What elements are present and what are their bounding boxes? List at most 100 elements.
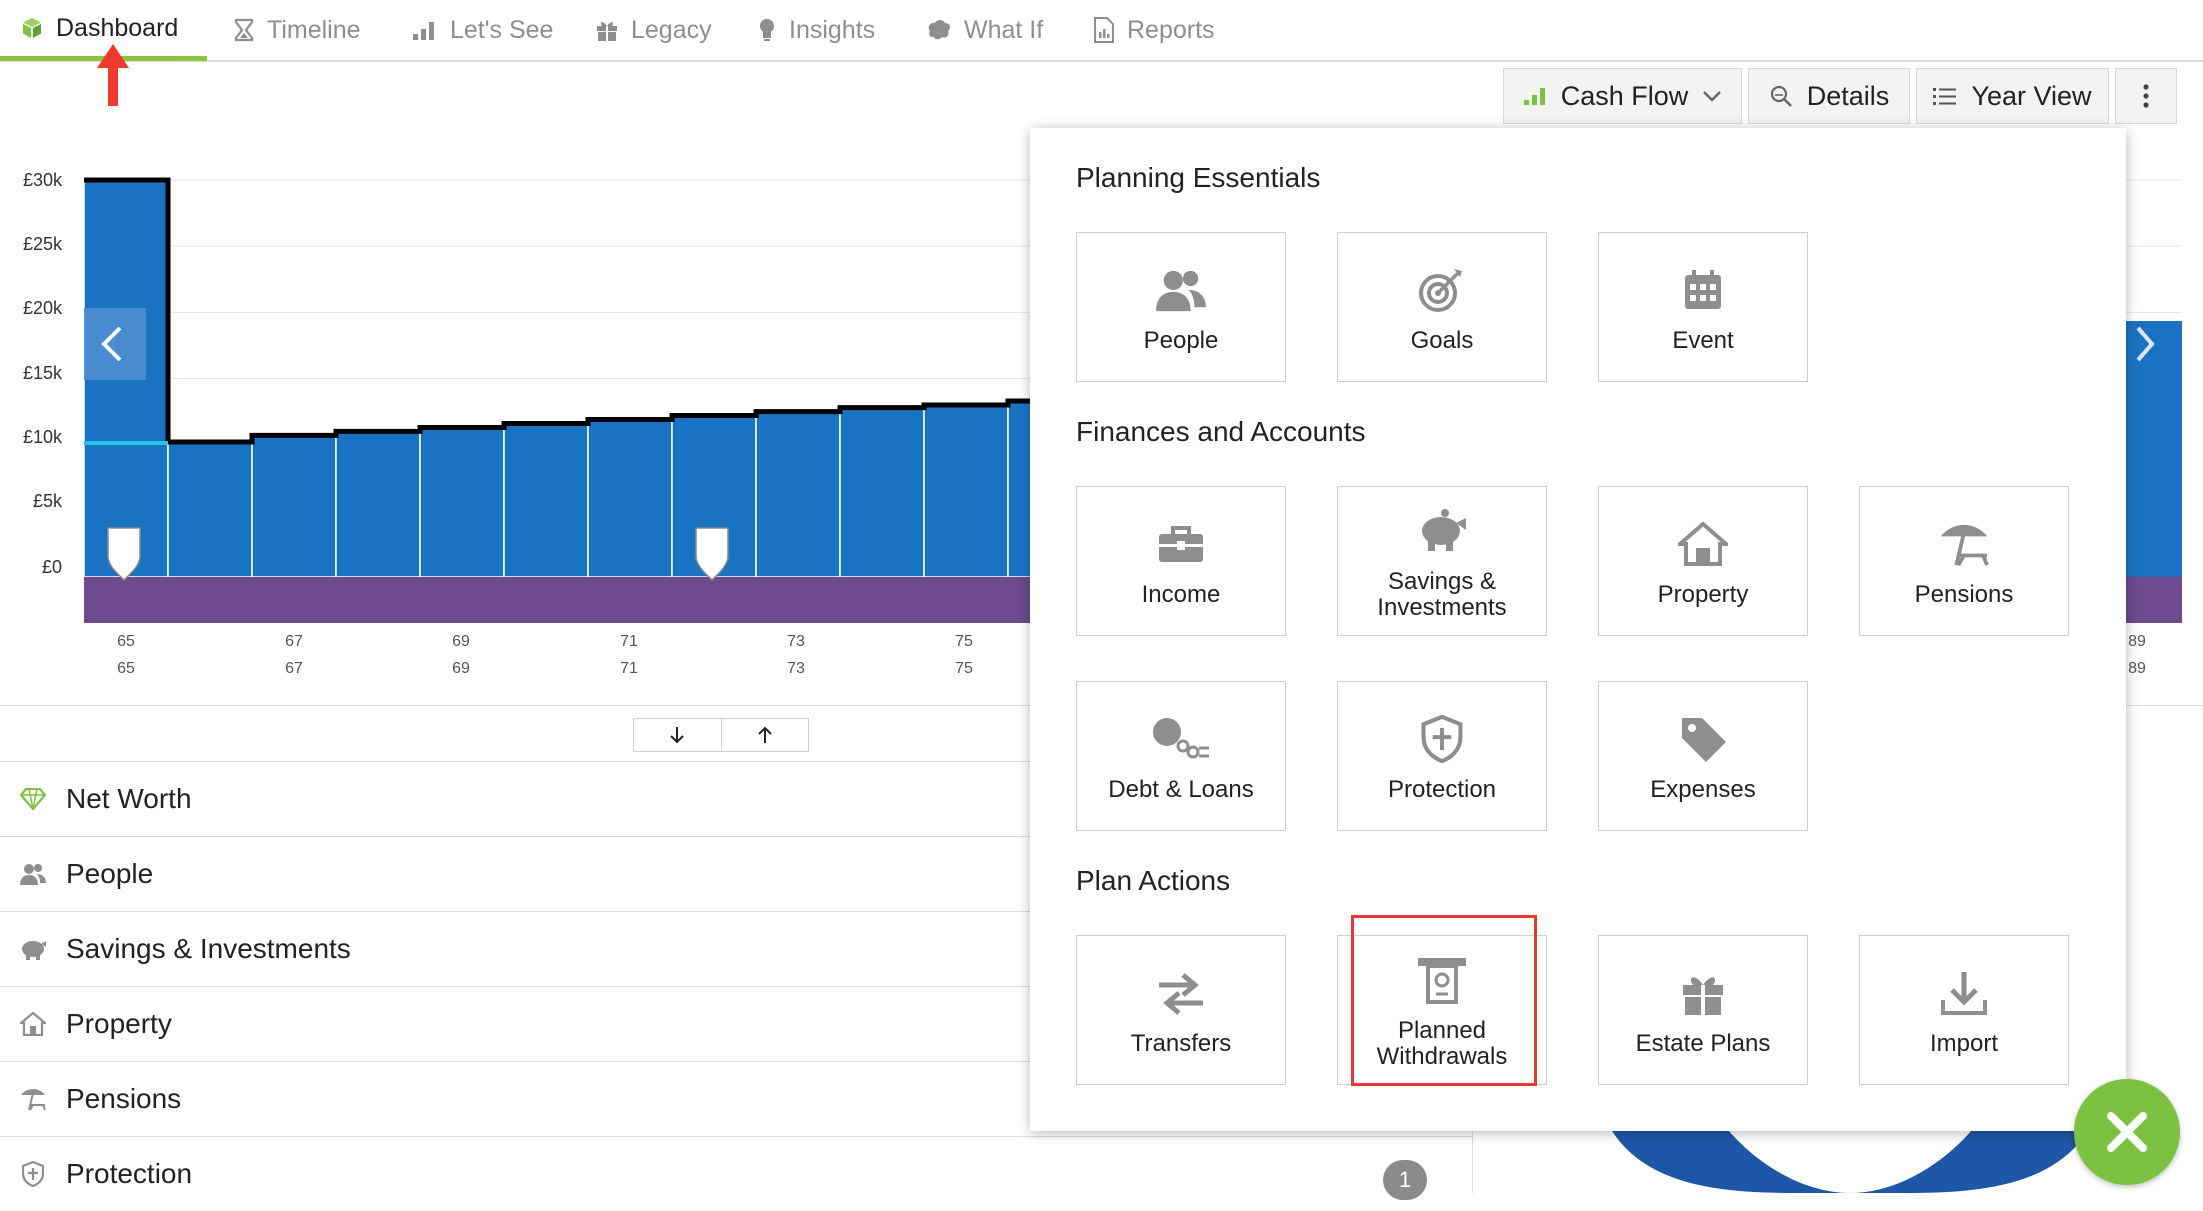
menu-tile-import[interactable]: Import (1859, 935, 2069, 1085)
chart-prev-button[interactable] (84, 308, 146, 380)
x-tick-label: 67 (285, 660, 303, 677)
people-icon (1156, 260, 1206, 320)
x-tick-label: 71 (620, 660, 638, 677)
piggy-bank-icon (0, 938, 66, 960)
x-tick-label: 73 (787, 660, 805, 677)
bar[interactable] (923, 404, 1009, 578)
tab-timeline[interactable]: Timeline (233, 0, 361, 60)
magnifier-icon (1769, 84, 1793, 108)
shield-icon (0, 1161, 66, 1187)
download-icon (1940, 963, 1988, 1023)
bar[interactable] (587, 418, 673, 578)
tab-what-if[interactable]: What If (926, 0, 1043, 60)
calendar-icon (1683, 260, 1723, 320)
accordion-label: Net Worth (66, 783, 192, 814)
menu-tile-expenses[interactable]: Expenses (1598, 681, 1808, 831)
briefcase-icon (1157, 514, 1205, 574)
top-navigation: Dashboard Timeline Let's See Legacy Insi… (0, 0, 2203, 62)
chevron-down-icon (1702, 89, 1722, 103)
tab-legacy[interactable]: Legacy (595, 0, 712, 60)
expand-collapse-control (633, 718, 809, 752)
section-title-plan-actions: Plan Actions (1076, 865, 1231, 896)
tab-insights-label: Insights (789, 15, 876, 44)
more-options-button[interactable] (2115, 68, 2177, 124)
accordion-label: Pensions (66, 1083, 182, 1114)
file-chart-icon (1093, 17, 1115, 43)
people-icon (0, 862, 66, 886)
section-title-planning-essentials: Planning Essentials (1076, 162, 1321, 193)
menu-tile-pensions[interactable]: Pensions (1859, 486, 2069, 636)
menu-tile-savings-investments[interactable]: Savings & Investments (1337, 486, 1547, 636)
gift-icon (1679, 963, 1727, 1023)
cash-flow-dropdown[interactable]: Cash Flow (1503, 68, 1742, 124)
arrow-up-icon (758, 726, 772, 743)
tile-label: Pensions (1914, 581, 2014, 608)
menu-tile-planned-withdrawals[interactable]: Planned Withdrawals (1337, 935, 1547, 1085)
x-tick-label: 75 (955, 633, 973, 650)
tile-label: Expenses (1650, 776, 1756, 803)
scroll-down-button[interactable] (634, 719, 722, 751)
menu-tile-people[interactable]: People (1076, 232, 1286, 382)
tile-label: Event (1672, 327, 1734, 354)
tab-dashboard-label: Dashboard (56, 13, 179, 42)
tile-label: Import (1929, 1030, 1998, 1057)
shield-icon (1421, 709, 1463, 769)
tab-timeline-label: Timeline (267, 15, 361, 44)
menu-tile-event[interactable]: Event (1598, 232, 1808, 382)
bar[interactable] (839, 406, 925, 578)
withdrawal-icon (1416, 950, 1468, 1010)
bar[interactable] (2126, 320, 2182, 577)
tile-label: Property (1657, 581, 1749, 608)
menu-tile-debt-loans[interactable]: Debt & Loans (1076, 681, 1286, 831)
details-button[interactable]: Details (1748, 68, 1910, 124)
menu-tile-income[interactable]: Income (1076, 486, 1286, 636)
tab-lets-see[interactable]: Let's See (412, 0, 553, 60)
close-icon (2107, 1112, 2147, 1152)
accordion-label: People (66, 858, 154, 889)
bar-chart-icon (412, 19, 438, 41)
tab-insights[interactable]: Insights (757, 0, 875, 60)
count-badge: 1 (1383, 1160, 1427, 1200)
beach-chair-icon (0, 1087, 66, 1111)
bar[interactable] (167, 441, 253, 578)
beach-chair-icon (1936, 514, 1992, 574)
bar[interactable] (755, 410, 841, 578)
x-tick-label: 73 (787, 633, 805, 650)
x-tick-label: 67 (285, 633, 303, 650)
menu-tile-estate-plans[interactable]: Estate Plans (1598, 935, 1808, 1085)
target-icon (1418, 260, 1466, 320)
arrow-down-icon (670, 727, 684, 744)
menu-tile-transfers[interactable]: Transfers (1076, 935, 1286, 1085)
x-tick-label: 75 (955, 660, 973, 677)
x-tick-label: 69 (452, 633, 470, 650)
lightbulb-icon (757, 17, 777, 43)
house-icon (0, 1012, 66, 1036)
bar[interactable] (251, 434, 337, 578)
tab-reports[interactable]: Reports (1093, 0, 1215, 60)
tile-label: Debt & Loans (1108, 776, 1254, 803)
bar[interactable] (419, 426, 505, 578)
menu-tile-property[interactable]: Property (1598, 486, 1808, 636)
details-label: Details (1806, 80, 1890, 111)
accordion-label: Property (66, 1008, 172, 1039)
list-icon (1933, 86, 1957, 106)
tile-label: Transfers (1130, 1030, 1232, 1057)
accordion-protection[interactable]: Protection (0, 1136, 1472, 1211)
tile-label: People (1143, 327, 1219, 354)
hourglass-icon (233, 18, 255, 42)
year-view-button[interactable]: Year View (1916, 68, 2109, 124)
x-tick-label: 69 (452, 660, 470, 677)
tab-what-if-label: What If (964, 15, 1044, 44)
accordion-label: Protection (66, 1158, 193, 1189)
close-menu-button[interactable] (2074, 1079, 2180, 1185)
tag-icon (1678, 709, 1728, 769)
tile-label: Protection (1387, 776, 1497, 803)
scroll-up-button[interactable] (722, 719, 809, 751)
tab-legacy-label: Legacy (631, 15, 712, 44)
tile-label: Savings & Investments (1377, 568, 1507, 621)
menu-tile-protection[interactable]: Protection (1337, 681, 1547, 831)
bar[interactable] (503, 422, 589, 578)
menu-tile-goals[interactable]: Goals (1337, 232, 1547, 382)
bar[interactable] (335, 430, 421, 578)
section-title-finances-accounts: Finances and Accounts (1076, 416, 1366, 447)
